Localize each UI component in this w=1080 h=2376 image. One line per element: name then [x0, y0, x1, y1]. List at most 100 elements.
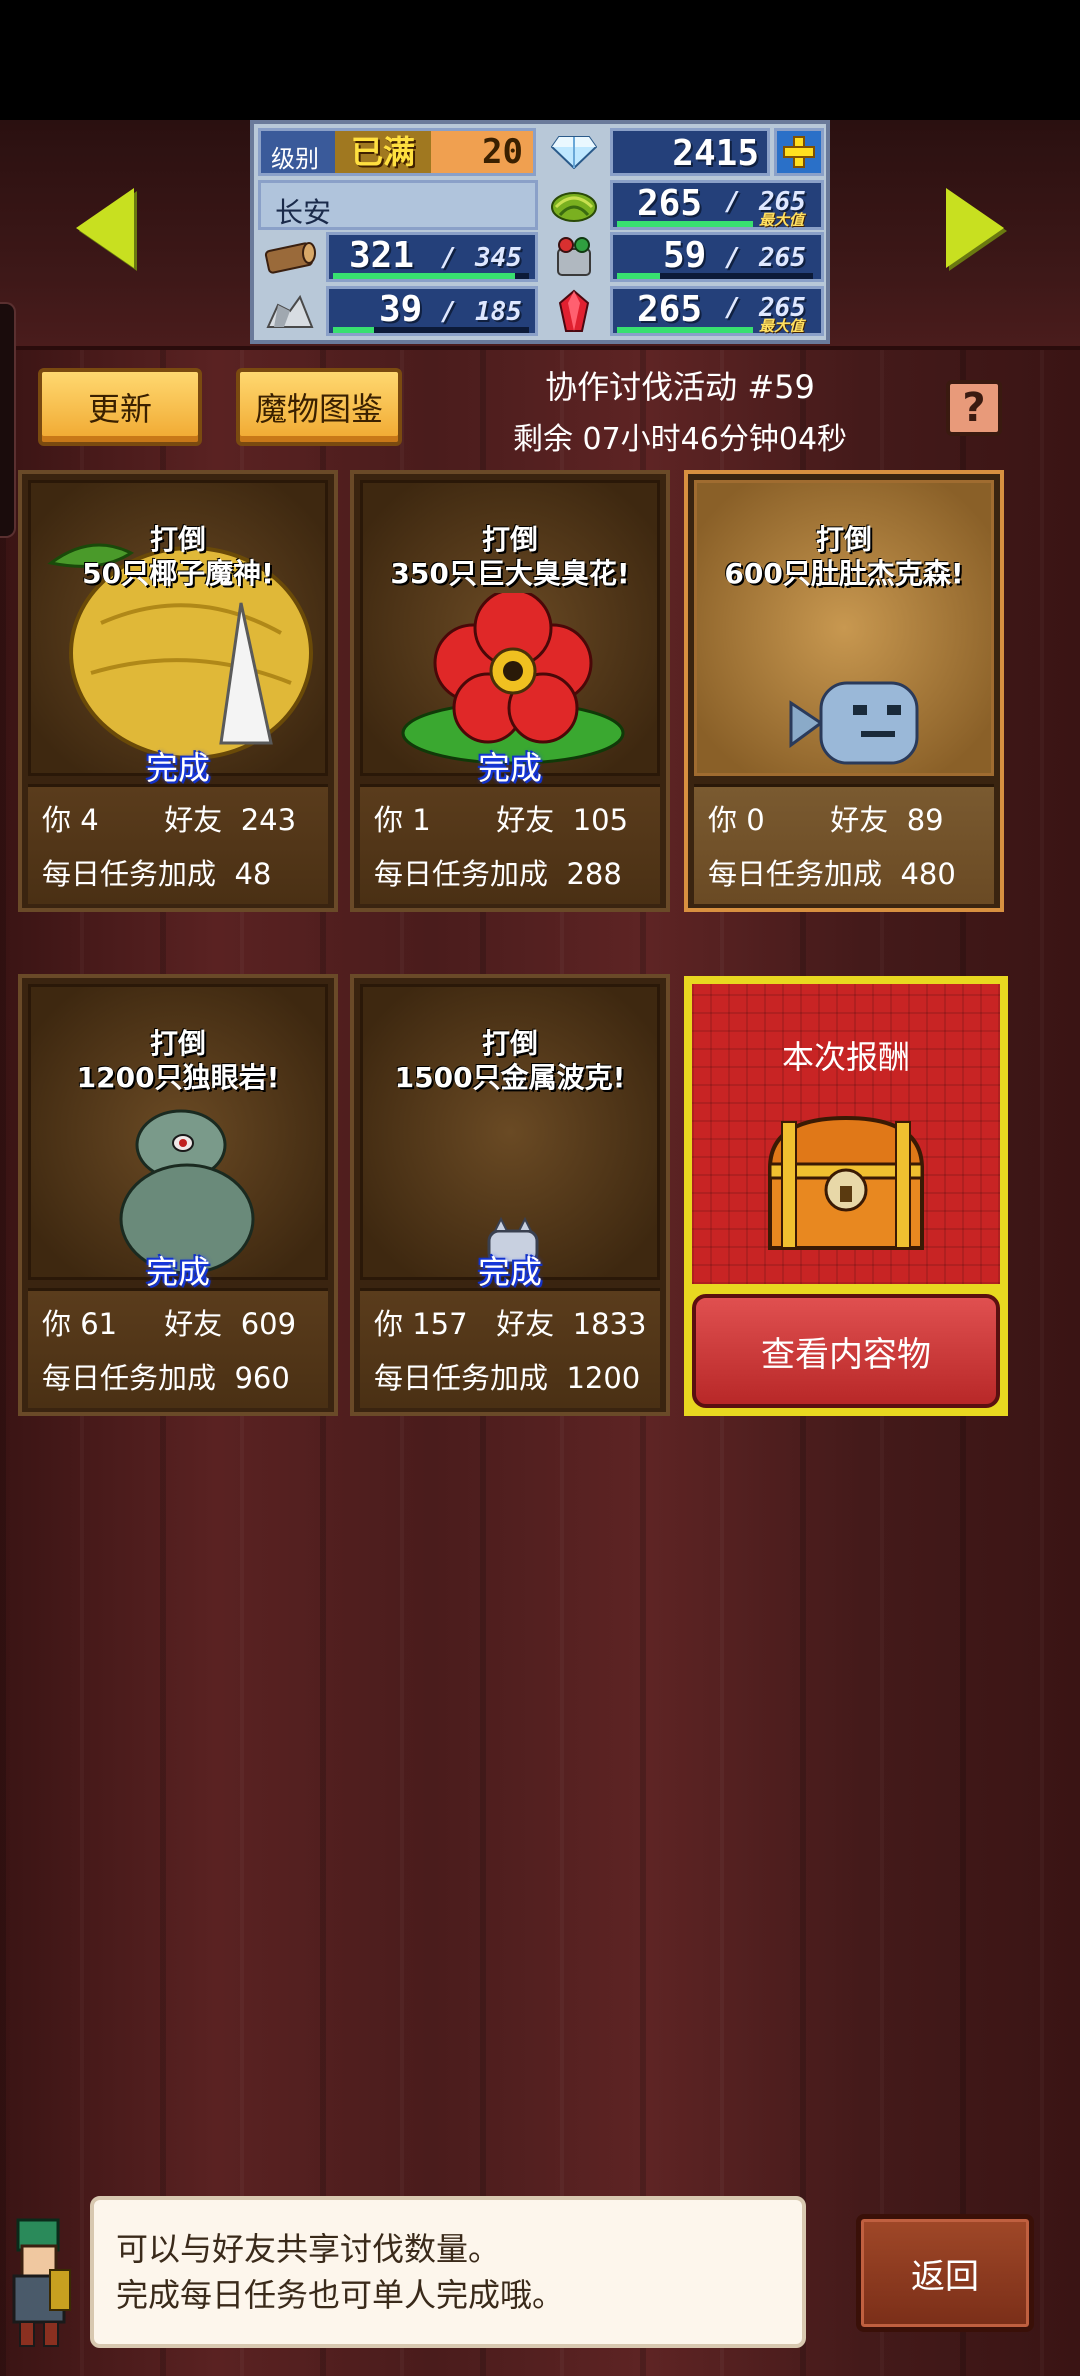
goal-line1: 打倒	[149, 1027, 206, 1060]
monster-card-rock[interactable]: 打倒 1200只独眼岩! 完成 你 61 好友 609 每日任务加成 960	[18, 974, 338, 1416]
bonus-label: 每日任务加成	[374, 1361, 549, 1395]
wood-separator: /	[441, 243, 457, 273]
count-row: 你 4 好友 243	[42, 797, 296, 839]
level-value: 20	[431, 131, 533, 173]
treasure-chest-icon	[767, 1115, 925, 1250]
food-gauge	[617, 273, 813, 279]
goal-line1: 打倒	[815, 523, 872, 556]
resource-status-panel: 级别 已满 20 2415 长安 265 / 265 最大值 321 / 345…	[250, 120, 830, 344]
goal-line1: 打倒	[481, 1027, 538, 1060]
bonus-row: 每日任务加成 480	[708, 851, 956, 893]
friends-label: 好友	[830, 803, 889, 837]
view-contents-button[interactable]: 查看内容物	[692, 1294, 1000, 1408]
food-separator: /	[725, 243, 741, 273]
you-label: 你	[42, 1307, 72, 1341]
card-goal: 打倒 600只肚肚杰克森!	[697, 523, 991, 591]
count-row: 你 61 好友 609	[42, 1301, 296, 1343]
level-cell: 级别 已满 20	[258, 128, 536, 176]
gem-count: 2415	[672, 133, 759, 174]
grass-max-tag: 最大值	[759, 211, 805, 229]
grass-current: 265	[637, 183, 703, 224]
crystal-gauge-fill	[617, 327, 753, 333]
reward-card: 本次报酬 查看内容物	[684, 976, 1008, 1416]
bonus-label: 每日任务加成	[708, 857, 883, 891]
card-art: 打倒 50只椰子魔神! 完成	[28, 480, 328, 787]
you-count: 1	[412, 803, 431, 837]
level-max-badge: 已满	[335, 131, 431, 173]
bonus-label: 每日任务加成	[42, 1361, 217, 1395]
refresh-button[interactable]: 更新	[38, 368, 202, 446]
goal-line2: 1500只金属波克!	[394, 1061, 626, 1094]
card-done-label: 完成	[145, 1253, 210, 1291]
goal-line2: 1200只独眼岩!	[76, 1061, 280, 1094]
bonus-row: 每日任务加成 1200	[374, 1355, 640, 1397]
monster-card-fish[interactable]: 打倒 600只肚肚杰克森! 你 0 好友 89 每日任务加成 480	[684, 470, 1004, 912]
card-art: 打倒 1500只金属波克! 完成	[360, 984, 660, 1291]
bonus-value: 288	[566, 857, 622, 891]
friends-label: 好友	[496, 803, 555, 837]
food-cell: 59 / 265	[610, 232, 824, 282]
friends-count: 105	[572, 803, 629, 837]
previous-arrow-icon[interactable]	[76, 188, 134, 268]
you-label: 你	[374, 1307, 404, 1341]
bonus-row: 每日任务加成 960	[42, 1355, 290, 1397]
count-row: 你 1 好友 105	[374, 797, 628, 839]
bestiary-button[interactable]: 魔物图鉴	[236, 368, 402, 446]
card-goal: 打倒 350只巨大臭臭花!	[363, 523, 657, 591]
bonus-value: 480	[900, 857, 956, 891]
ore-gauge-fill	[333, 327, 375, 333]
bonus-row: 每日任务加成 48	[42, 851, 271, 893]
event-timer: 剩余 07小时46分钟04秒	[512, 422, 848, 457]
crystal-gauge	[617, 327, 753, 333]
grass-cell: 265 / 265 最大值	[610, 180, 824, 230]
card-done-label: 完成	[477, 1253, 542, 1291]
add-gems-button[interactable]	[774, 128, 824, 176]
count-row: 你 0 好友 89	[708, 797, 944, 839]
reward-panel: 本次报酬	[692, 984, 1000, 1284]
tip-dialog: 可以与好友共享讨伐数量。 完成每日任务也可单人完成哦。	[90, 2196, 806, 2348]
you-count: 61	[80, 1307, 118, 1341]
crystal-cell: 265 / 265 最大值	[610, 286, 824, 336]
friends-label: 好友	[496, 1307, 555, 1341]
status-bar-area	[0, 0, 1080, 120]
goal-line1: 打倒	[149, 523, 206, 556]
monster-card-flower[interactable]: 打倒 350只巨大臭臭花! 完成 你 1 好友 105 每日任务加成 288	[350, 470, 670, 912]
you-count: 0	[746, 803, 765, 837]
monster-card-metal[interactable]: 打倒 1500只金属波克! 完成 你 157 好友 1833 每日任务加成 1200	[350, 974, 670, 1416]
grass-gauge	[617, 221, 753, 227]
card-stats: 你 61 好友 609 每日任务加成 960	[28, 1288, 328, 1408]
goal-line2: 350只巨大臭臭花!	[390, 557, 630, 590]
next-arrow-icon[interactable]	[946, 188, 1004, 268]
bonus-value: 1200	[566, 1361, 641, 1395]
gem-cell: 2415	[610, 128, 770, 176]
food-max: 265	[759, 243, 806, 273]
level-label: 级别	[271, 145, 319, 173]
food-gauge-fill	[617, 273, 661, 279]
event-title: 协作讨伐活动 #59	[545, 368, 815, 406]
friends-label: 好友	[164, 1307, 223, 1341]
monster-card-coconut[interactable]: 打倒 50只椰子魔神! 完成 你 4 好友 243 每日任务加成 48	[18, 470, 338, 912]
grass-gauge-fill	[617, 221, 753, 227]
friends-count: 243	[240, 803, 297, 837]
goal-line2: 50只椰子魔神!	[82, 557, 274, 590]
bonus-value: 960	[234, 1361, 290, 1395]
card-goal: 打倒 50只椰子魔神!	[31, 523, 325, 591]
card-stats: 你 4 好友 243 每日任务加成 48	[28, 784, 328, 904]
food-icon	[544, 232, 604, 282]
card-done-label: 完成	[145, 749, 210, 787]
wood-cell: 321 / 345	[326, 232, 538, 282]
side-drawer-handle[interactable]	[0, 302, 16, 538]
back-button[interactable]: 返回	[856, 2214, 1034, 2332]
help-button[interactable]: ?	[946, 380, 1002, 436]
wood-max: 345	[475, 243, 522, 273]
fish-monster-icon	[789, 681, 919, 765]
you-label: 你	[708, 803, 738, 837]
reward-title: 本次报酬	[781, 1038, 910, 1076]
crystal-current: 265	[637, 289, 703, 330]
count-row: 你 157 好友 1833	[374, 1301, 647, 1343]
ore-gauge	[333, 327, 529, 333]
friends-label: 好友	[164, 803, 223, 837]
bonus-value: 48	[234, 857, 272, 891]
grass-icon	[544, 180, 604, 230]
friends-count: 1833	[572, 1307, 647, 1341]
